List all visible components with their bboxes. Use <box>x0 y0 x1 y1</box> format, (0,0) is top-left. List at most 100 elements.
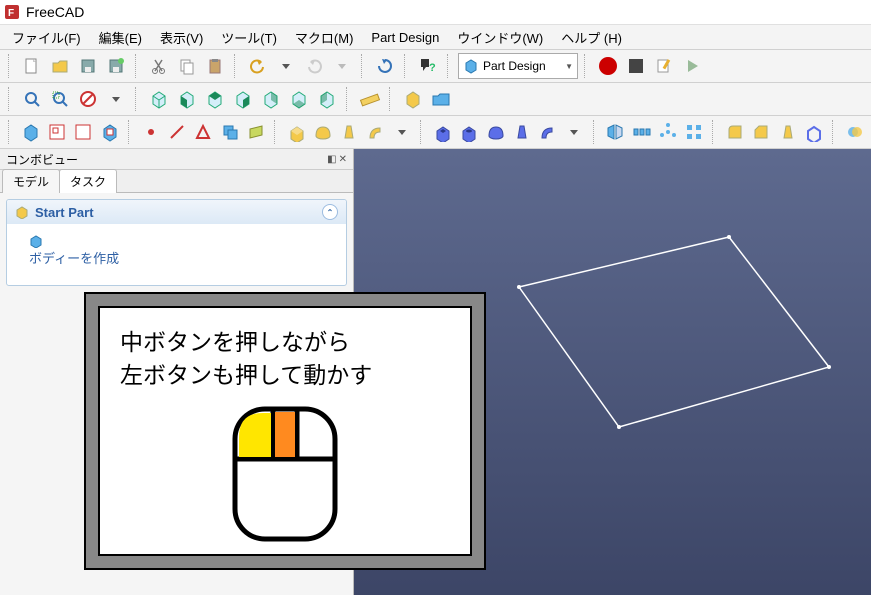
sub-loft-button[interactable] <box>510 119 534 145</box>
redo-menu[interactable] <box>329 53 355 79</box>
top-view-button[interactable] <box>202 86 228 112</box>
chevron-down-icon: ▼ <box>565 62 573 71</box>
multi-transform-button[interactable] <box>682 119 706 145</box>
shape-binder-button[interactable] <box>191 119 215 145</box>
pocket-button[interactable] <box>431 119 455 145</box>
instruction-line2: 左ボタンも押して動かす <box>120 362 372 388</box>
saveas-button[interactable] <box>103 53 129 79</box>
save-button[interactable] <box>75 53 101 79</box>
app-logo: F <box>4 4 20 20</box>
undo-menu[interactable] <box>273 53 299 79</box>
fillet-button[interactable] <box>723 119 747 145</box>
toolbar-view <box>0 83 871 116</box>
refresh-button[interactable] <box>372 53 398 79</box>
sub-sweep-menu[interactable] <box>562 119 586 145</box>
right-view-button[interactable] <box>230 86 256 112</box>
map-sketch-button[interactable] <box>98 119 122 145</box>
menubar: ファイル(F) 編集(E) 表示(V) ツール(T) マクロ(M) Part D… <box>0 25 871 50</box>
left-view-button[interactable] <box>314 86 340 112</box>
dock-close-button[interactable]: ✕ <box>339 154 347 165</box>
separator <box>447 54 452 78</box>
tab-model[interactable]: モデル <box>2 169 60 193</box>
sketch-button[interactable] <box>45 119 69 145</box>
point-button[interactable] <box>139 119 163 145</box>
draft-button[interactable] <box>776 119 800 145</box>
measure-button[interactable] <box>357 86 383 112</box>
polar-pattern-button[interactable] <box>656 119 680 145</box>
revolution-button[interactable] <box>311 119 335 145</box>
group-button[interactable] <box>428 86 454 112</box>
collapse-icon[interactable]: ⌃ <box>322 204 338 220</box>
dock-float-button[interactable]: ◧ <box>327 154 336 165</box>
boolean-button[interactable] <box>843 119 867 145</box>
separator <box>584 54 589 78</box>
menu-view[interactable]: 表示(V) <box>152 26 211 49</box>
groove-button[interactable] <box>483 119 507 145</box>
linear-pattern-button[interactable] <box>630 119 654 145</box>
separator <box>712 120 717 144</box>
macro-record-button[interactable] <box>595 53 621 79</box>
draw-style-menu[interactable] <box>103 86 129 112</box>
iso-view-button[interactable] <box>146 86 172 112</box>
menu-partdesign[interactable]: Part Design <box>363 28 447 47</box>
open-button[interactable] <box>47 53 73 79</box>
instruction-line1: 中ボタンを押しながら <box>120 329 350 355</box>
zoom-selection-button[interactable] <box>47 86 73 112</box>
menu-tools[interactable]: ツール(T) <box>213 26 285 49</box>
menu-help[interactable]: ヘルプ (H) <box>553 26 630 49</box>
hole-button[interactable] <box>457 119 481 145</box>
separator <box>135 87 140 111</box>
redo-button[interactable] <box>301 53 327 79</box>
sweep-menu[interactable] <box>390 119 414 145</box>
copy-button[interactable] <box>174 53 200 79</box>
mouse-diagram <box>225 399 345 544</box>
loft-button[interactable] <box>337 119 361 145</box>
edit-sketch-button[interactable] <box>71 119 95 145</box>
new-button[interactable] <box>19 53 45 79</box>
paste-button[interactable] <box>202 53 228 79</box>
separator <box>404 54 409 78</box>
cut-button[interactable] <box>146 53 172 79</box>
rear-view-button[interactable] <box>258 86 284 112</box>
instruction-card: 中ボタンを押しながら 左ボタンも押して動かす <box>98 306 472 556</box>
menu-macro[interactable]: マクロ(M) <box>287 26 362 49</box>
separator <box>420 120 425 144</box>
cube-icon <box>15 205 29 219</box>
dock-title: コンボビュー <box>6 151 78 168</box>
draw-style-button[interactable] <box>75 86 101 112</box>
titlebar: F FreeCAD <box>0 0 871 25</box>
task-header[interactable]: Start Part ⌃ <box>7 200 346 224</box>
datum-plane-button[interactable] <box>244 119 268 145</box>
macro-stop-button[interactable] <box>623 53 649 79</box>
sweep-button[interactable] <box>364 119 388 145</box>
pad-button[interactable] <box>285 119 309 145</box>
part-box-button[interactable] <box>400 86 426 112</box>
menu-edit[interactable]: 編集(E) <box>91 26 150 49</box>
macro-edit-button[interactable] <box>651 53 677 79</box>
whatsthis-button[interactable]: ? <box>415 53 441 79</box>
tab-task[interactable]: タスク <box>59 169 117 193</box>
clone-button[interactable] <box>217 119 241 145</box>
macro-play-button[interactable] <box>679 53 705 79</box>
undo-button[interactable] <box>245 53 271 79</box>
bottom-view-button[interactable] <box>286 86 312 112</box>
dock-header: コンボビュー ◧ ✕ <box>0 149 353 170</box>
instruction-text: 中ボタンを押しながら 左ボタンも押して動かす <box>120 326 450 393</box>
toolbar-partdesign <box>0 116 871 149</box>
zoom-fit-button[interactable] <box>19 86 45 112</box>
mirror-button[interactable] <box>603 119 627 145</box>
front-view-button[interactable] <box>174 86 200 112</box>
chamfer-button[interactable] <box>749 119 773 145</box>
sub-sweep-button[interactable] <box>536 119 560 145</box>
grip <box>8 54 13 78</box>
toolbar-file: ? Part Design ▼ <box>0 50 871 83</box>
line-button[interactable] <box>165 119 189 145</box>
menu-file[interactable]: ファイル(F) <box>4 26 89 49</box>
workbench-selector[interactable]: Part Design ▼ <box>458 53 578 79</box>
menu-window[interactable]: ウインドウ(W) <box>449 26 551 49</box>
body-button[interactable] <box>19 119 43 145</box>
separator <box>832 120 837 144</box>
body-icon <box>29 234 43 248</box>
thickness-button[interactable] <box>802 119 826 145</box>
create-body-link[interactable]: ボディーを作成 <box>29 251 119 266</box>
